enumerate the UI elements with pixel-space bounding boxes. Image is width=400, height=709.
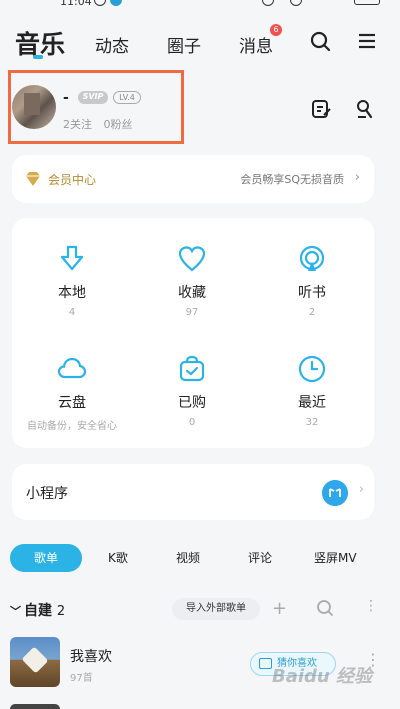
chevron-down-icon: ﹀ <box>10 605 21 618</box>
tab-karaoke[interactable]: K歌 <box>108 549 128 566</box>
grid-item-cloud[interactable]: 云盘 自动备份，安全省心 <box>12 354 132 432</box>
tab-circles[interactable]: 圈子 <box>167 32 201 57</box>
grid-item-label: 收藏 <box>178 285 206 301</box>
grid-item-count: 2 <box>308 307 316 318</box>
download-icon <box>60 245 84 271</box>
chevron-right-icon: › <box>358 482 364 497</box>
tab-playlists[interactable]: 歌单 <box>10 544 82 572</box>
grid-item-count: 97 <box>185 307 199 318</box>
cloud-icon <box>57 357 87 379</box>
edit-icon[interactable] <box>310 98 332 120</box>
self-built-section-header[interactable]: ﹀ 自建 2 <box>10 600 65 620</box>
search-playlist-icon[interactable] <box>316 599 334 617</box>
section-count: 2 <box>56 604 66 619</box>
grid-item-count: 自动备份，安全省心 <box>27 421 117 432</box>
app-notification-icon <box>110 0 122 6</box>
mini-program-icon <box>322 480 348 506</box>
vip-center-desc: 会员畅享SQ无损音质 <box>240 173 344 186</box>
purchased-icon <box>179 355 205 382</box>
grid-item-label: 本地 <box>58 285 86 301</box>
grid-item-audiobooks[interactable]: 听书 2 <box>252 244 372 318</box>
active-tab-indicator <box>33 55 43 59</box>
status-bar: 11:04 <box>0 0 400 12</box>
tab-messages[interactable]: 消息 <box>239 32 273 57</box>
grid-item-label: 云盘 <box>58 395 86 411</box>
grid-item-favorites[interactable]: 收藏 97 <box>132 244 252 318</box>
alarm-icon <box>94 0 106 6</box>
grid-item-count: 4 <box>68 307 76 318</box>
playlist-cover[interactable] <box>10 704 60 709</box>
grid-item-label: 已购 <box>178 395 206 411</box>
radio-icon <box>259 658 272 669</box>
playlist-title[interactable]: 我喜欢 <box>70 646 112 666</box>
more-icon[interactable]: ⋮ <box>364 598 378 614</box>
vip-center-title: 会员中心 <box>48 173 97 187</box>
chevron-right-icon: › <box>354 170 360 185</box>
mini-program-title: 小程序 <box>26 486 68 502</box>
grid-item-recent[interactable]: 最近 32 <box>252 354 372 428</box>
grid-item-purchased[interactable]: 已购 0 <box>132 354 252 428</box>
message-badge: 6 <box>270 24 282 36</box>
signal-icon <box>262 0 274 6</box>
tab-videos[interactable]: 视频 <box>176 549 200 566</box>
mini-program-card[interactable]: 小程序 › <box>12 464 374 520</box>
add-icon[interactable]: + <box>272 598 287 619</box>
vip-center-card[interactable]: 会员中心 会员畅享SQ无损音质 › <box>12 155 374 203</box>
search-icon[interactable] <box>309 30 331 52</box>
heart-icon <box>178 246 206 272</box>
wifi-icon <box>290 0 302 6</box>
diamond-icon <box>26 172 40 186</box>
playlist-count: 97首 <box>70 673 93 684</box>
grid-item-label: 最近 <box>298 395 326 411</box>
tab-vertical-mv[interactable]: 竖屏MV <box>314 549 357 566</box>
watermark: Baidu 经验 <box>272 666 373 687</box>
clock-icon <box>298 355 326 383</box>
tab-feed[interactable]: 动态 <box>95 32 129 57</box>
playlist-cover[interactable] <box>10 637 60 687</box>
grid-item-count: 0 <box>188 417 196 428</box>
highlight-box <box>8 70 184 144</box>
grid-item-label: 听书 <box>298 285 326 301</box>
mic-icon[interactable] <box>354 98 376 120</box>
status-time: 11:04 <box>60 0 92 8</box>
podcast-icon <box>299 245 325 271</box>
tab-comments[interactable]: 评论 <box>248 549 272 566</box>
menu-icon[interactable] <box>356 30 378 52</box>
grid-item-local[interactable]: 本地 4 <box>12 244 132 318</box>
function-grid: 本地 4 收藏 97 听书 2 云盘 自动备份，安全省心 已购 0 最近 32 <box>12 218 374 448</box>
section-title: 自建 <box>24 603 52 619</box>
grid-item-count: 32 <box>305 417 319 428</box>
battery-icon <box>354 0 380 5</box>
import-playlist-button[interactable]: 导入外部歌单 <box>172 598 260 620</box>
